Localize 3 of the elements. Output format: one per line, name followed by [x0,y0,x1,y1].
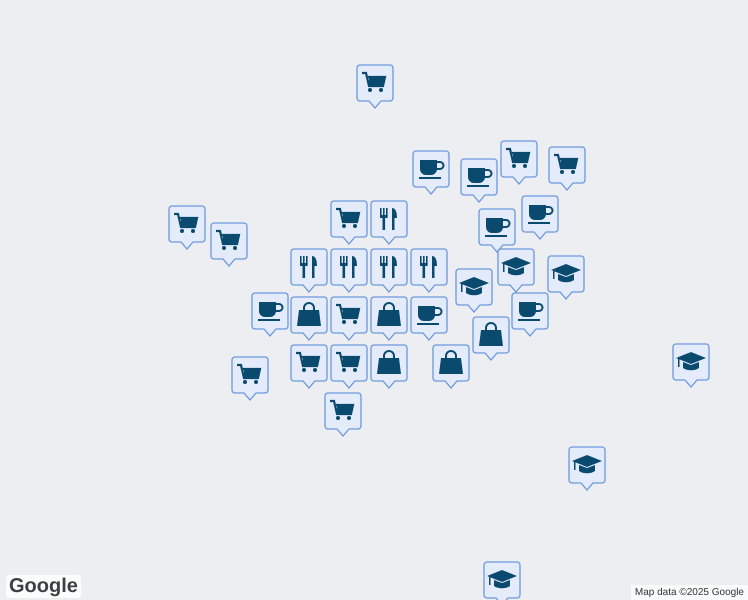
grad-marker-icon[interactable] [483,561,521,600]
map-attribution: Map data ©2025 Google [630,585,748,600]
map-logo: Google [6,575,81,598]
